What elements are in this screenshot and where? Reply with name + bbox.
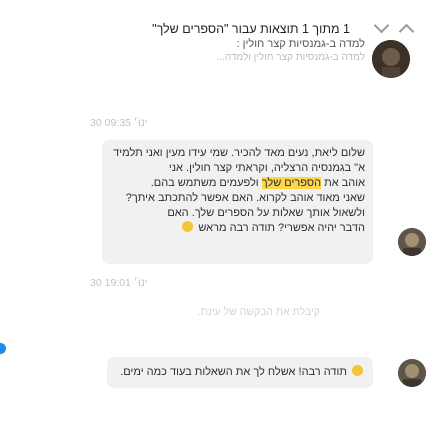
message-timestamp: 30 ינו׳ 09:35 (90, 117, 148, 129)
message-bubble: תודה רבה! אשלח לך את השאלות בעוד כמה ימי… (107, 357, 373, 388)
search-highlight: הספרים שלך (261, 177, 322, 189)
request-notice: קיבלת את הבקשה של עינת. (197, 306, 320, 318)
next-result-button[interactable] (370, 17, 392, 40)
message-line: ולשאול אותך שאלות על הספרים שלך. האם (167, 207, 365, 219)
chevron-up-icon (398, 23, 414, 40)
chevron-down-icon (373, 17, 389, 34)
message-line: א" בגמנסיה הרצליה, וקראתי קצר חולין. אני (168, 162, 365, 174)
message-bubble: שלום ליאת, נעים מאד להכיר. שמי עידו מעין… (102, 140, 373, 264)
sender-avatar[interactable] (398, 228, 426, 256)
profile-title: למדה ב-גמנסיות קצר חולין : (236, 38, 365, 50)
previous-result-button[interactable] (395, 18, 417, 40)
message-line: הדבר יהיה אפשרי? תודה רבה מראש (110, 221, 365, 236)
search-result-counter: 1 מתוך 1 תוצאות עבור "הספרים שלך" (152, 22, 350, 36)
message-line: שלום ליאת, נעים מאד להכיר. שמי עידו מעין… (110, 147, 365, 159)
unread-indicator (0, 343, 6, 354)
profile-summary[interactable]: למדה ב-גמנסיות קצר חולין : למדה ב-גמנסיו… (165, 38, 365, 78)
profile-avatar[interactable] (372, 40, 410, 78)
smile-icon (352, 365, 363, 376)
profile-subtitle: למדה ב-גמנסיות קצר חולין ולמדה... (216, 52, 365, 63)
smile-icon (182, 221, 194, 232)
message-line: שאני מאוד אוהב לקרוא. האם אפשר להתכתב אי… (125, 192, 365, 204)
sender-avatar[interactable] (398, 359, 426, 387)
message-timestamp: 30 ינו׳ 19:01 (90, 277, 148, 289)
message-line: אוהב את הספרים שלך ולפעמים משתמש בהם. (150, 177, 365, 189)
message-text: תודה רבה! אשלח לך את השאלות בעוד כמה ימי… (120, 366, 347, 378)
